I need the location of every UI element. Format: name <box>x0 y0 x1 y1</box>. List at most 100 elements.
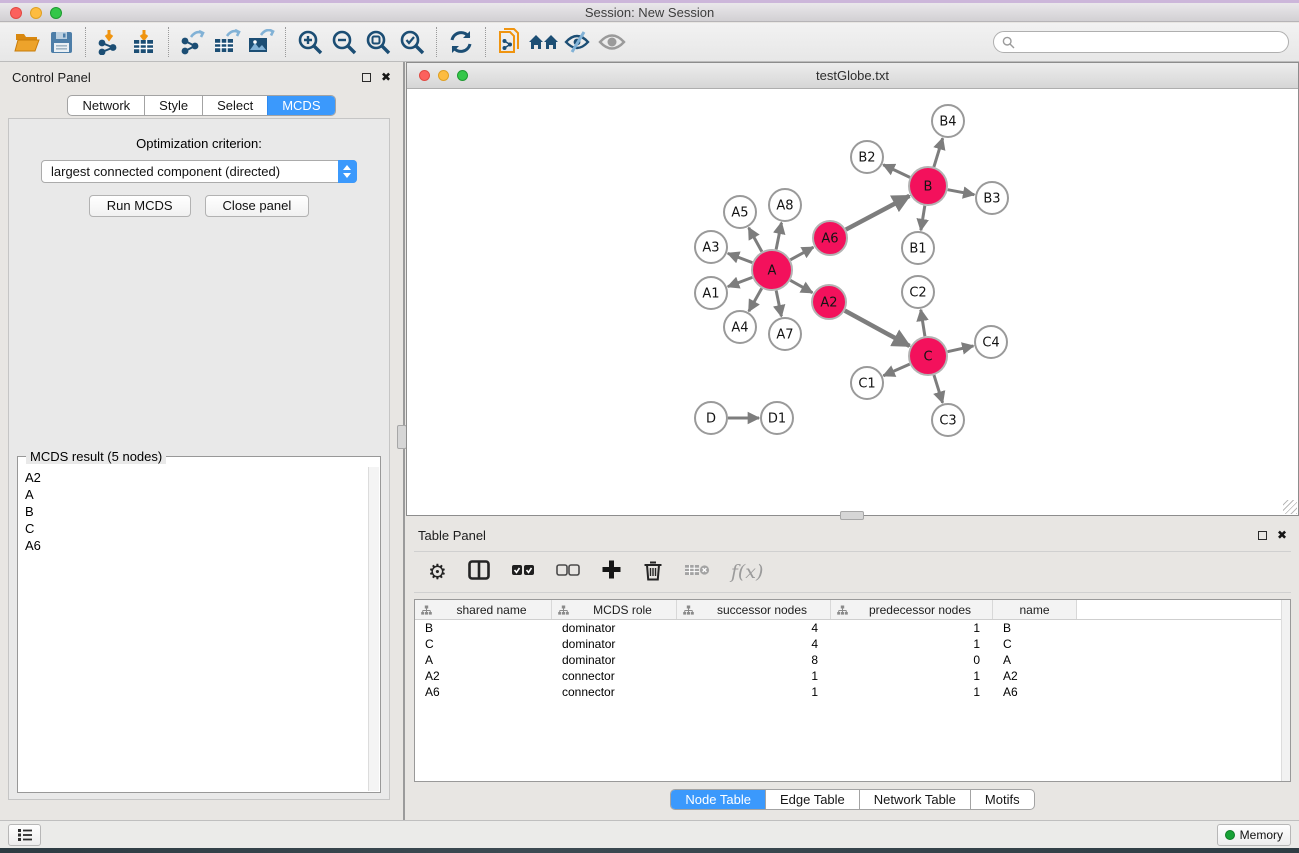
edge-A-A6[interactable] <box>790 247 813 260</box>
column-header-shared-name[interactable]: shared name <box>415 600 552 619</box>
column-layout-icon[interactable] <box>468 560 490 585</box>
cell-predecessor-nodes[interactable]: 1 <box>831 684 993 700</box>
table-row[interactable]: A2connector11A2 <box>415 668 1290 684</box>
export-image-icon[interactable] <box>244 26 278 58</box>
tab-network[interactable]: Network <box>68 96 144 115</box>
edge-A2-C[interactable] <box>845 311 910 346</box>
run-mcds-button[interactable]: Run MCDS <box>89 195 191 217</box>
tab-node-table[interactable]: Node Table <box>671 790 765 809</box>
table-row[interactable]: A6connector11A6 <box>415 684 1290 700</box>
close-table-panel-icon[interactable]: ✖ <box>1277 529 1287 541</box>
import-network-icon[interactable] <box>93 26 127 58</box>
float-table-panel-icon[interactable] <box>1258 531 1267 540</box>
cell-successor-nodes[interactable]: 1 <box>677 684 831 700</box>
zoom-in-icon[interactable] <box>293 26 327 58</box>
criterion-dropdown[interactable]: largest connected component (directed) <box>41 160 357 183</box>
result-scrollbar[interactable] <box>368 467 379 791</box>
float-panel-icon[interactable] <box>362 73 371 82</box>
export-table-icon[interactable] <box>210 26 244 58</box>
tab-motifs[interactable]: Motifs <box>970 790 1034 809</box>
cell-shared-name[interactable]: B <box>415 620 552 636</box>
edge-A6-B[interactable] <box>846 196 910 230</box>
cell-predecessor-nodes[interactable]: 1 <box>831 636 993 652</box>
table-row[interactable]: Bdominator41B <box>415 620 1290 636</box>
result-item[interactable]: A <box>25 486 367 503</box>
mcds-result-list[interactable]: A2ABCA6 <box>19 467 367 791</box>
cell-name[interactable]: A2 <box>993 668 1077 684</box>
table-row[interactable]: Cdominator41C <box>415 636 1290 652</box>
column-header-successor-nodes[interactable]: successor nodes <box>677 600 831 619</box>
cell-successor-nodes[interactable]: 4 <box>677 636 831 652</box>
export-network-icon[interactable] <box>176 26 210 58</box>
show-hide-annotations-icon[interactable] <box>595 26 629 58</box>
deselect-all-rows-icon[interactable] <box>556 563 580 581</box>
cell-shared-name[interactable]: A <box>415 652 552 668</box>
tab-network-table[interactable]: Network Table <box>859 790 970 809</box>
table-scrollbar[interactable] <box>1281 600 1290 781</box>
column-header-MCDS-role[interactable]: MCDS role <box>552 600 677 619</box>
memory-button[interactable]: Memory <box>1217 824 1291 846</box>
horizontal-splitter-handle[interactable] <box>840 511 864 520</box>
edge-C-C4[interactable] <box>948 346 974 352</box>
import-table-icon[interactable] <box>127 26 161 58</box>
result-item[interactable]: A2 <box>25 469 367 486</box>
cell-successor-nodes[interactable]: 1 <box>677 668 831 684</box>
table-settings-icon[interactable]: ⚙ <box>428 562 447 583</box>
edge-B-B2[interactable] <box>883 165 910 178</box>
edge-B-B3[interactable] <box>948 190 975 195</box>
task-history-button[interactable] <box>8 824 41 846</box>
cell-successor-nodes[interactable]: 8 <box>677 652 831 668</box>
edge-C-C1[interactable] <box>883 364 909 376</box>
select-all-rows-icon[interactable] <box>511 563 535 581</box>
close-panel-button[interactable]: Close panel <box>205 195 310 217</box>
table-row[interactable]: Adominator80A <box>415 652 1290 668</box>
delete-column-icon[interactable] <box>643 559 663 586</box>
edge-A-A8[interactable] <box>776 223 781 250</box>
tab-select[interactable]: Select <box>202 96 267 115</box>
close-panel-icon[interactable]: ✖ <box>381 71 391 83</box>
cell-successor-nodes[interactable]: 4 <box>677 620 831 636</box>
cell-shared-name[interactable]: C <box>415 636 552 652</box>
cell-name[interactable]: C <box>993 636 1077 652</box>
zoom-selected-icon[interactable] <box>395 26 429 58</box>
show-hide-graphic-details-icon[interactable] <box>561 26 595 58</box>
network-canvas[interactable]: B4B2BB3A5A8A6A3B1AA1C2A2A4A7C4CC1C3DD1 <box>407 89 1298 515</box>
edge-A-A3[interactable] <box>728 253 753 262</box>
cell-MCDS-role[interactable]: dominator <box>552 652 677 668</box>
edge-C-C3[interactable] <box>934 375 943 403</box>
result-item[interactable]: B <box>25 503 367 520</box>
save-session-icon[interactable] <box>44 26 78 58</box>
result-item[interactable]: A6 <box>25 537 367 554</box>
search-field[interactable] <box>993 31 1289 53</box>
refresh-icon[interactable] <box>444 26 478 58</box>
edge-B-B1[interactable] <box>921 206 925 230</box>
cell-name[interactable]: A <box>993 652 1077 668</box>
zoom-out-icon[interactable] <box>327 26 361 58</box>
delete-table-icon[interactable] <box>684 563 710 582</box>
cell-shared-name[interactable]: A2 <box>415 668 552 684</box>
edge-A-A7[interactable] <box>776 291 781 317</box>
cell-predecessor-nodes[interactable]: 0 <box>831 652 993 668</box>
open-session-icon[interactable] <box>10 26 44 58</box>
add-column-icon[interactable] <box>601 559 622 585</box>
function-builder-icon[interactable]: f(x) <box>731 561 764 583</box>
edge-A-A5[interactable] <box>749 228 762 252</box>
new-network-from-file-icon[interactable] <box>493 26 527 58</box>
column-header-name[interactable]: name <box>993 600 1077 619</box>
cell-MCDS-role[interactable]: connector <box>552 668 677 684</box>
edge-A-A1[interactable] <box>728 277 753 286</box>
cell-shared-name[interactable]: A6 <box>415 684 552 700</box>
cell-MCDS-role[interactable]: dominator <box>552 636 677 652</box>
edge-A-A2[interactable] <box>790 280 812 292</box>
search-input[interactable] <box>1015 35 1280 49</box>
result-item[interactable]: C <box>25 520 367 537</box>
cell-predecessor-nodes[interactable]: 1 <box>831 620 993 636</box>
column-header-predecessor-nodes[interactable]: predecessor nodes <box>831 600 993 619</box>
edge-A-A4[interactable] <box>749 288 762 311</box>
cell-predecessor-nodes[interactable]: 1 <box>831 668 993 684</box>
network-window-titlebar[interactable]: testGlobe.txt <box>407 63 1298 89</box>
zoom-fit-icon[interactable] <box>361 26 395 58</box>
home-views-icon[interactable] <box>527 26 561 58</box>
edge-C-C2[interactable] <box>921 310 925 336</box>
cell-MCDS-role[interactable]: dominator <box>552 620 677 636</box>
